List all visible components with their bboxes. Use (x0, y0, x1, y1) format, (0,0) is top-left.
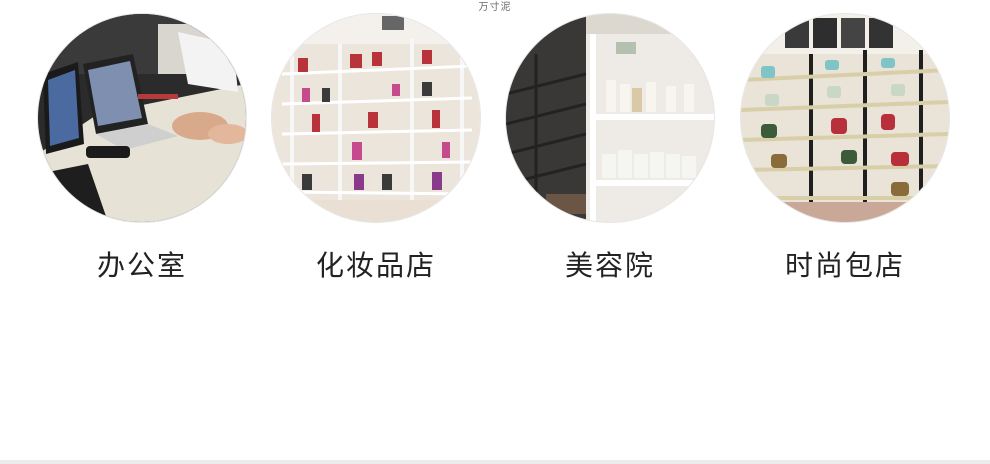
category-office[interactable]: 办公室 (38, 14, 246, 282)
category-label: 化妆品店 (315, 249, 436, 282)
handbag-store-shelves-photo (741, 14, 949, 222)
watermark-caption: 万寸泥 (478, 2, 512, 13)
category-cosmetics-store[interactable]: 化妆品店 (272, 14, 480, 282)
beauty-salon-shelves-photo (506, 14, 714, 222)
category-label: 办公室 (96, 249, 187, 282)
cosmetics-store-shelves-photo (272, 14, 480, 222)
category-beauty-salon[interactable]: 美容院 (506, 14, 714, 282)
bottom-divider (0, 460, 990, 464)
category-label: 时尚包店 (784, 249, 905, 282)
office-photo (38, 14, 246, 222)
category-handbag-store[interactable]: 时尚包店 (741, 14, 949, 282)
category-label: 美容院 (564, 249, 655, 282)
